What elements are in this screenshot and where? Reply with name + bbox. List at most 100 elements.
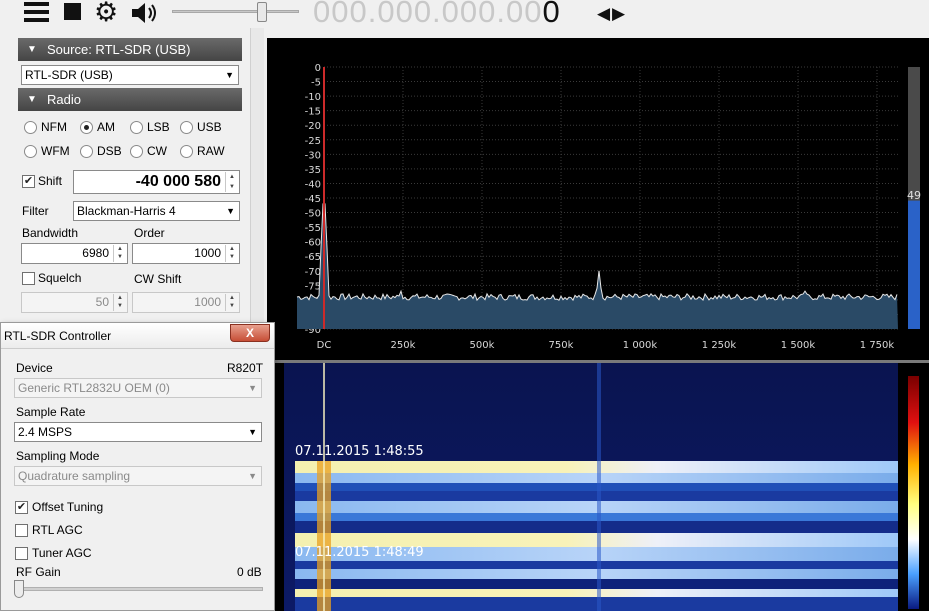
spin-arrows-icon[interactable]: ▲ ▼ [225,245,238,262]
dialog-title: RTL-SDR Controller [4,329,112,343]
shift-label: Shift [38,174,63,188]
collapse-triangle-icon: ▼ [27,94,37,105]
dropdown-arrow-icon: ▼ [248,471,257,481]
stop-icon[interactable] [64,3,81,20]
sample-rate-select[interactable]: 2.4 MSPS ▼ [14,422,262,442]
x-tick-label: 250k [391,340,416,351]
device-select[interactable]: Generic RTL2832U OEM (0) ▼ [14,378,262,398]
sampling-mode-select[interactable]: Quadrature sampling ▼ [14,466,262,486]
waterfall-color-scale [908,376,919,609]
bandwidth-spinbox[interactable]: 6980 ▲ ▼ [21,243,128,264]
mode-label: RAW [197,144,225,158]
hamburger-menu-icon[interactable] [24,2,49,24]
y-tick-label: -65 [305,252,321,263]
waterfall-row [295,491,898,501]
x-tick-label: 500k [470,340,495,351]
waterfall-timestamp: 07.11.2015 1:48:49 [295,545,424,560]
spectrum-analyzer[interactable]: 0 -5 -10 -15 -20 -25 -30 -35 -40 -45 -50 -55 -60 -65 -… [267,38,929,360]
order-value: 1000 [194,246,221,260]
x-tick-label: DC [317,340,332,351]
rtl-sdr-controller-dialog: RTL-SDR Controller X Device R820T Generi… [0,322,275,611]
speaker-icon[interactable] [130,1,160,25]
rtl-agc-label: RTL AGC [32,523,83,537]
frequency-display[interactable]: 000.000.000.000 [313,0,561,32]
shift-checkbox[interactable]: ✔ [22,175,35,188]
waterfall-timestamp: 07.11.2015 1:48:55 [295,444,424,459]
mode-radio-nfm[interactable] [24,121,37,134]
volume-slider[interactable] [172,2,299,22]
squelch-value: 50 [95,295,109,309]
cw-shift-spinbox[interactable]: 1000 ▲ ▼ [132,292,240,313]
filter-select[interactable]: Blackman-Harris 4 ▼ [73,201,240,221]
y-tick-label: -50 [305,209,321,220]
x-tick-label: 750k [549,340,574,351]
rtl-agc-checkbox[interactable] [15,524,28,537]
level-meter-fill [908,200,920,329]
close-icon[interactable]: X [230,324,270,342]
dropdown-arrow-icon: ▼ [248,427,257,437]
shift-spinbox[interactable]: -40 000 580 ▲ ▼ [73,170,240,194]
spin-arrows-icon[interactable]: ▲ ▼ [225,294,238,311]
y-tick-label: -20 [305,121,321,132]
sampling-mode-value: Quadrature sampling [18,469,131,483]
spin-arrows-icon[interactable]: ▲ ▼ [113,294,126,311]
waterfall-row [295,461,898,473]
y-tick-label: 0 [315,63,321,74]
spectrum-fill [297,203,898,329]
tuner-agc-checkbox[interactable] [15,547,28,560]
triangle-right-icon[interactable]: ▶ [612,4,625,24]
y-tick-label: -45 [305,194,321,205]
source-panel-header[interactable]: ▼ Source: RTL-SDR (USB) [18,38,242,61]
gear-icon[interactable]: ⚙ [94,0,118,27]
source-select[interactable]: RTL-SDR (USB) ▼ [21,65,239,85]
mode-radio-lsb[interactable] [130,121,143,134]
volume-slider-thumb[interactable] [257,2,267,22]
triangle-left-icon[interactable]: ◀ [597,4,610,24]
mode-label: USB [197,120,222,134]
squelch-spinbox[interactable]: 50 ▲ ▼ [21,292,128,313]
frequency-digit-active: 0 [542,0,561,29]
spin-arrows-icon[interactable]: ▲ ▼ [113,245,126,262]
toolbar: ⚙ 000.000.000.000 ◀ ▶ [0,0,929,29]
dropdown-arrow-icon: ▼ [226,206,235,216]
y-tick-label: -5 [311,78,321,89]
radio-panel-header[interactable]: ▼ Radio [18,88,242,111]
cw-shift-value: 1000 [194,295,221,309]
waterfall-row [295,569,898,579]
sample-rate-label: Sample Rate [16,405,86,419]
mode-label: DSB [97,144,122,158]
waterfall-display[interactable]: 07.11.2015 1:48:55 07.11.2015 1:48:49 [267,360,929,611]
panel-scrollbar[interactable] [250,28,264,328]
frequency-digits-dim: 000.000.000.00 [313,0,543,29]
filter-select-value: Blackman-Harris 4 [77,204,176,218]
squelch-checkbox[interactable] [22,272,35,285]
mode-label: NFM [41,120,67,134]
y-tick-label: -75 [305,281,321,292]
mode-radio-wfm[interactable] [24,145,37,158]
offset-tuning-checkbox[interactable]: ✔ [15,501,28,514]
mode-radio-usb[interactable] [180,121,193,134]
device-label: Device [16,361,53,375]
rf-gain-slider-thumb[interactable] [14,580,24,598]
dropdown-arrow-icon: ▼ [248,383,257,393]
waterfall-row [295,597,898,611]
shift-value: -40 000 580 [135,173,221,190]
order-spinbox[interactable]: 1000 ▲ ▼ [132,243,240,264]
spin-arrows-icon[interactable]: ▲ ▼ [225,172,238,192]
spectrum-x-axis: DC 250k 500k 750k 1 000k 1 250k 1 500k 1 750k [317,340,895,351]
bandwidth-value: 6980 [82,246,109,260]
mode-radio-am[interactable] [80,121,93,134]
waterfall-row [295,561,898,569]
waterfall-row [295,521,898,533]
rf-gain-slider[interactable] [14,580,263,598]
filter-label: Filter [22,204,49,218]
x-tick-label: 1 750k [860,340,895,351]
mode-label: CW [147,144,167,158]
mode-radio-dsb[interactable] [80,145,93,158]
mode-radio-raw[interactable] [180,145,193,158]
x-tick-label: 1 000k [623,340,658,351]
waterfall-row [295,501,898,513]
squelch-label: Squelch [38,271,82,285]
y-tick-label: -30 [305,150,321,161]
mode-radio-cw[interactable] [130,145,143,158]
